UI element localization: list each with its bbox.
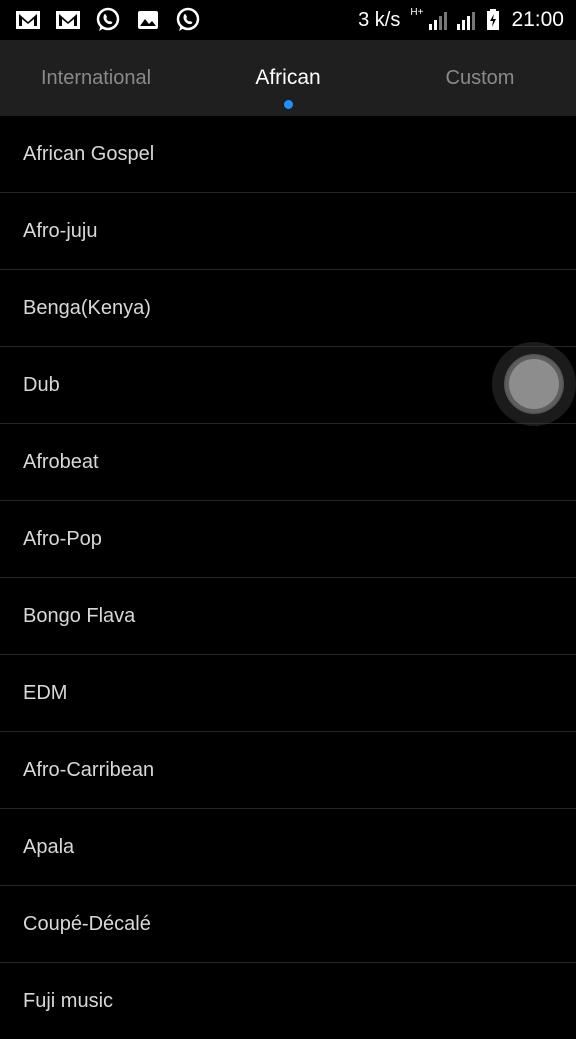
signal-icon bbox=[429, 10, 448, 30]
list-item[interactable]: Coupé-Décalé bbox=[0, 886, 576, 963]
list-item-label: EDM bbox=[23, 681, 68, 704]
list-item[interactable]: Dub bbox=[0, 347, 576, 424]
list-item[interactable]: Afro-Pop bbox=[0, 501, 576, 578]
list-item-label: Bongo Flava bbox=[23, 604, 136, 627]
gmail-icon bbox=[14, 8, 42, 32]
tab-bar: International African Custom bbox=[0, 40, 576, 116]
list-item-label: Afrobeat bbox=[23, 450, 99, 473]
whatsapp-icon bbox=[94, 7, 122, 32]
list-item-label: African Gospel bbox=[23, 142, 155, 165]
list-item-label: Benga(Kenya) bbox=[23, 296, 151, 319]
gmail-icon bbox=[54, 8, 82, 32]
battery-icon bbox=[485, 8, 501, 32]
list-item[interactable]: Bongo Flava bbox=[0, 578, 576, 655]
list-item[interactable]: Afro-juju bbox=[0, 193, 576, 270]
list-item[interactable]: Fuji music bbox=[0, 963, 576, 1039]
tab-custom[interactable]: Custom bbox=[384, 40, 576, 116]
list-item[interactable]: Apala bbox=[0, 809, 576, 886]
gallery-icon bbox=[134, 8, 162, 32]
network-speed: 3 k/s bbox=[358, 8, 401, 31]
signal-icon bbox=[457, 10, 476, 30]
list-item[interactable]: Afro-Carribean bbox=[0, 732, 576, 809]
tab-international[interactable]: International bbox=[0, 40, 192, 116]
tab-african[interactable]: African bbox=[192, 40, 384, 116]
tab-label: African bbox=[255, 66, 321, 89]
notification-icons bbox=[14, 7, 202, 32]
clock: 21:00 bbox=[511, 8, 564, 31]
list-item[interactable]: African Gospel bbox=[0, 116, 576, 193]
list-item[interactable]: Afrobeat bbox=[0, 424, 576, 501]
list-item-label: Coupé-Décalé bbox=[23, 912, 151, 935]
network-type: H+ bbox=[410, 6, 424, 18]
tab-label: Custom bbox=[445, 66, 515, 89]
system-indicators: 3 k/s H+ 21:00 bbox=[358, 6, 564, 32]
list-item-label: Apala bbox=[23, 835, 75, 858]
floating-assistive-button[interactable] bbox=[492, 342, 576, 426]
active-tab-indicator bbox=[283, 100, 293, 109]
list-item[interactable]: EDM bbox=[0, 655, 576, 732]
list-item-label: Afro-Carribean bbox=[23, 758, 155, 781]
list-item-label: Fuji music bbox=[23, 989, 114, 1012]
tab-label: International bbox=[40, 66, 152, 89]
floating-button-knob bbox=[506, 356, 562, 412]
genre-list: African Gospel Afro-juju Benga(Kenya) Du… bbox=[0, 116, 576, 1039]
list-item-label: Dub bbox=[23, 373, 60, 396]
list-item-label: Afro-juju bbox=[23, 219, 98, 242]
whatsapp-icon bbox=[174, 7, 202, 32]
status-bar: 3 k/s H+ 21:00 bbox=[0, 0, 576, 40]
list-item-label: Afro-Pop bbox=[23, 527, 102, 550]
list-item[interactable]: Benga(Kenya) bbox=[0, 270, 576, 347]
